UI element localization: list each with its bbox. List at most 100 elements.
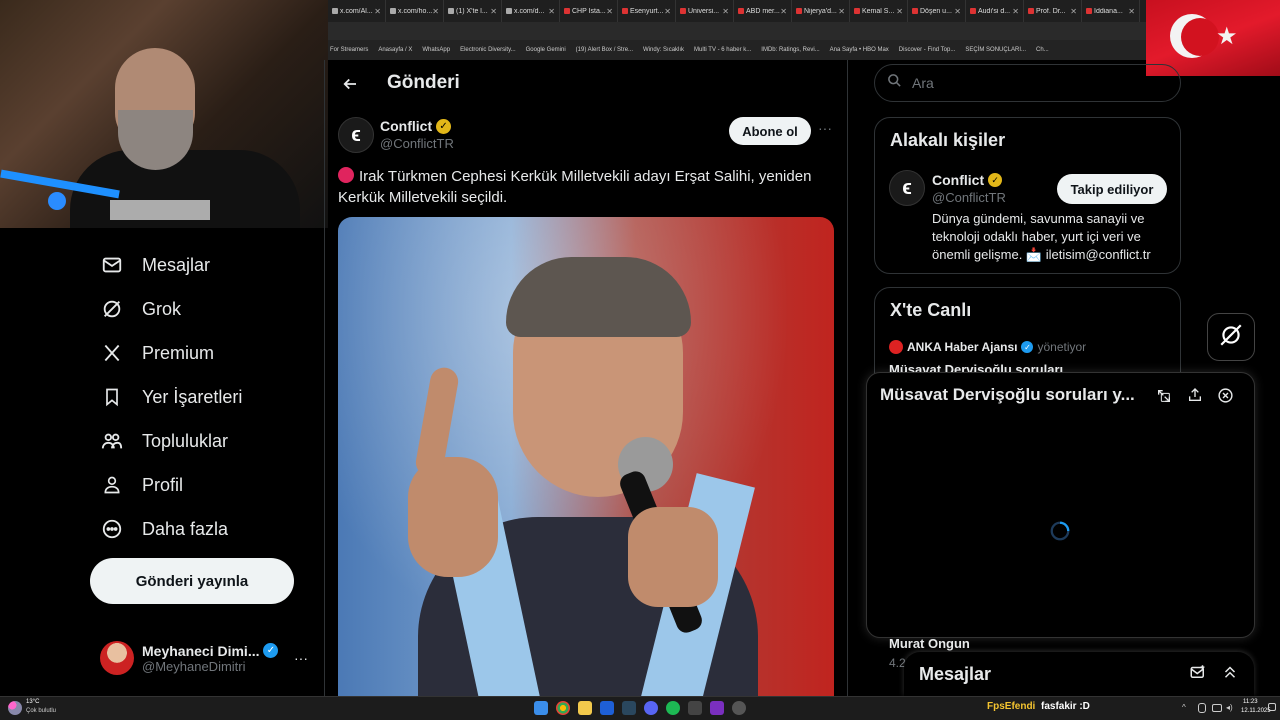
browser-tab[interactable]: Audi'si d... ✕ (966, 0, 1024, 22)
browser-address-bar[interactable] (328, 22, 1148, 40)
search-input[interactable]: Ara (874, 64, 1181, 102)
browser-tab[interactable]: Esenyurt... ✕ (618, 0, 676, 22)
browser-tab[interactable]: x.com/d... ✕ (502, 0, 560, 22)
browser-tab[interactable]: ABD mer... ✕ (734, 0, 792, 22)
live-host-row[interactable]: ANKA Haber Ajansı ✓ yönetiyor (889, 340, 1086, 354)
windows-start-icon[interactable] (534, 701, 548, 715)
bookmark-item[interactable]: SEÇİM SONUÇLARI... (965, 47, 1026, 53)
sidebar-item-messages[interactable]: Mesajlar (100, 250, 210, 280)
tab-close-icon[interactable]: ✕ (490, 7, 497, 16)
back-arrow-icon[interactable] (338, 72, 362, 96)
tab-close-icon[interactable]: ✕ (548, 7, 555, 16)
author-name-row[interactable]: Conflict ✓ (380, 118, 452, 134)
tab-close-icon[interactable]: ✕ (374, 7, 381, 16)
browser-tab[interactable]: Üniversi... ✕ (676, 0, 734, 22)
obs-icon[interactable] (732, 701, 746, 715)
tweet-more-icon[interactable]: ··· (818, 120, 832, 136)
grok-floating-button[interactable] (1207, 313, 1255, 361)
tab-close-icon[interactable]: ✕ (838, 7, 845, 16)
list-item-name[interactable]: Murat Ongun (889, 636, 970, 651)
kick-icon[interactable] (710, 701, 724, 715)
browser-tab[interactable]: CHP İsta... ✕ (560, 0, 618, 22)
sidebar-item-more[interactable]: Daha fazla (100, 514, 228, 544)
post-button[interactable]: Gönderi yayınla (90, 558, 294, 604)
bookmark-item[interactable]: IMDb: Ratings, Revi... (761, 47, 819, 53)
sidebar-item-label: Profil (142, 474, 184, 495)
steam-icon[interactable] (622, 701, 636, 715)
tab-close-icon[interactable]: ✕ (1012, 7, 1019, 16)
following-button[interactable]: Takip ediliyor (1057, 174, 1167, 204)
tab-close-icon[interactable]: ✕ (722, 7, 729, 16)
tab-close-icon[interactable]: ✕ (432, 7, 439, 16)
notification-icon[interactable] (1268, 703, 1276, 711)
microphone-tray-icon[interactable] (1198, 703, 1206, 713)
bookmark-item[interactable]: Google Gemini (526, 47, 566, 53)
new-message-icon[interactable] (1189, 663, 1207, 686)
tab-close-icon[interactable]: ✕ (606, 7, 613, 16)
bookmark-item[interactable]: WhatsApp (422, 47, 450, 53)
browser-tab[interactable]: (1) X'te l... ✕ (444, 0, 502, 22)
author-avatar[interactable]: ϵ (338, 117, 374, 153)
browser-tab[interactable]: x.com/ho... ✕ (386, 0, 444, 22)
live-video-popup[interactable]: Müsavat Dervişoğlu soruları y... (866, 372, 1255, 638)
browser-tab-bar: x.com/Al... ✕ x.com/ho... ✕ (1) X'te l... ✕ x.… (328, 0, 1148, 22)
envelope-icon (100, 253, 124, 277)
related-avatar[interactable]: ϵ (889, 170, 925, 206)
bookmark-item[interactable]: Ch... (1036, 47, 1049, 53)
grok-icon (100, 297, 124, 321)
author-handle[interactable]: @ConflictTR (380, 136, 454, 151)
sidebar-item-profile[interactable]: Profil (100, 470, 183, 500)
tray-chevron-icon[interactable]: ^ (1182, 703, 1186, 712)
browser-tab[interactable]: Kemal S... ✕ (850, 0, 908, 22)
bookmark-item[interactable]: For Streamers (330, 47, 368, 53)
tab-close-icon[interactable]: ✕ (1070, 7, 1077, 16)
bookmark-item[interactable]: Multi TV - 6 haber k... (694, 47, 751, 53)
spotify-icon[interactable] (666, 701, 680, 715)
chrome-icon[interactable] (556, 701, 570, 715)
sidebar-item-premium[interactable]: Premium (100, 338, 214, 368)
clock-time: 11:23 (1243, 699, 1258, 705)
browser-tab[interactable]: Prof. Dr... ✕ (1024, 0, 1082, 22)
tab-title: x.com/d... (514, 7, 545, 15)
tab-close-icon[interactable]: ✕ (896, 7, 903, 16)
tab-close-icon[interactable]: ✕ (1128, 7, 1135, 16)
tab-favicon-icon (854, 8, 860, 14)
tab-favicon-icon (332, 8, 338, 14)
windows-taskbar: 13°C Çok bulutlu FpsEfendi fasfakir :D ^… (0, 696, 1280, 720)
expand-icon[interactable] (1156, 388, 1172, 409)
bookmark-item[interactable]: Anasayfa / X (378, 47, 412, 53)
sidebar-item-communities[interactable]: Topluluklar (100, 426, 228, 456)
discord-icon[interactable] (644, 701, 658, 715)
sidebar-item-bookmarks[interactable]: Yer İşaretleri (100, 382, 242, 412)
file-explorer-icon[interactable] (578, 701, 592, 715)
browser-tab[interactable]: İddiana... ✕ (1082, 0, 1140, 22)
browser-tab[interactable]: x.com/Al... ✕ (328, 0, 386, 22)
tab-close-icon[interactable]: ✕ (954, 7, 961, 16)
tab-close-icon[interactable]: ✕ (664, 7, 671, 16)
mail-icon[interactable] (600, 701, 614, 715)
chevron-up-double-icon[interactable] (1221, 663, 1239, 686)
more-options-icon[interactable]: ··· (294, 650, 308, 666)
bookmark-item[interactable]: Windy: Sıcaklık (643, 47, 684, 53)
browser-tab[interactable]: Nijerya'd... ✕ (792, 0, 850, 22)
tab-title: Üniversi... (688, 7, 720, 15)
subscribe-button[interactable]: Abone ol (729, 117, 811, 145)
bookmark-item[interactable]: Ana Sayfa • HBO Max (830, 47, 889, 53)
tab-close-icon[interactable]: ✕ (780, 7, 787, 16)
messages-drawer[interactable]: Mesajlar (904, 652, 1254, 696)
bookmark-item[interactable]: Discover - Find Top... (899, 47, 956, 53)
sidebar-item-label: Grok (142, 298, 182, 319)
tweet-image[interactable] (338, 217, 834, 696)
bookmark-item[interactable]: Electronic Diversity... (460, 47, 516, 53)
network-icon[interactable] (1212, 704, 1222, 712)
bookmark-item[interactable]: (19) Alert Box / Stre... (576, 47, 633, 53)
account-switcher[interactable]: Meyhaneci Dimi... ✓ @MeyhaneDimitri ··· (100, 636, 312, 680)
share-icon[interactable] (1187, 387, 1203, 408)
epic-games-icon[interactable] (688, 701, 702, 715)
close-icon[interactable] (1217, 387, 1234, 409)
volume-icon[interactable]: ◂) (1226, 703, 1233, 712)
sidebar-item-grok[interactable]: Grok (100, 294, 181, 324)
browser-tab[interactable]: Döşen u... ✕ (908, 0, 966, 22)
related-name[interactable]: Conflict (932, 172, 984, 188)
sidebar-item-label: Topluluklar (142, 430, 229, 451)
